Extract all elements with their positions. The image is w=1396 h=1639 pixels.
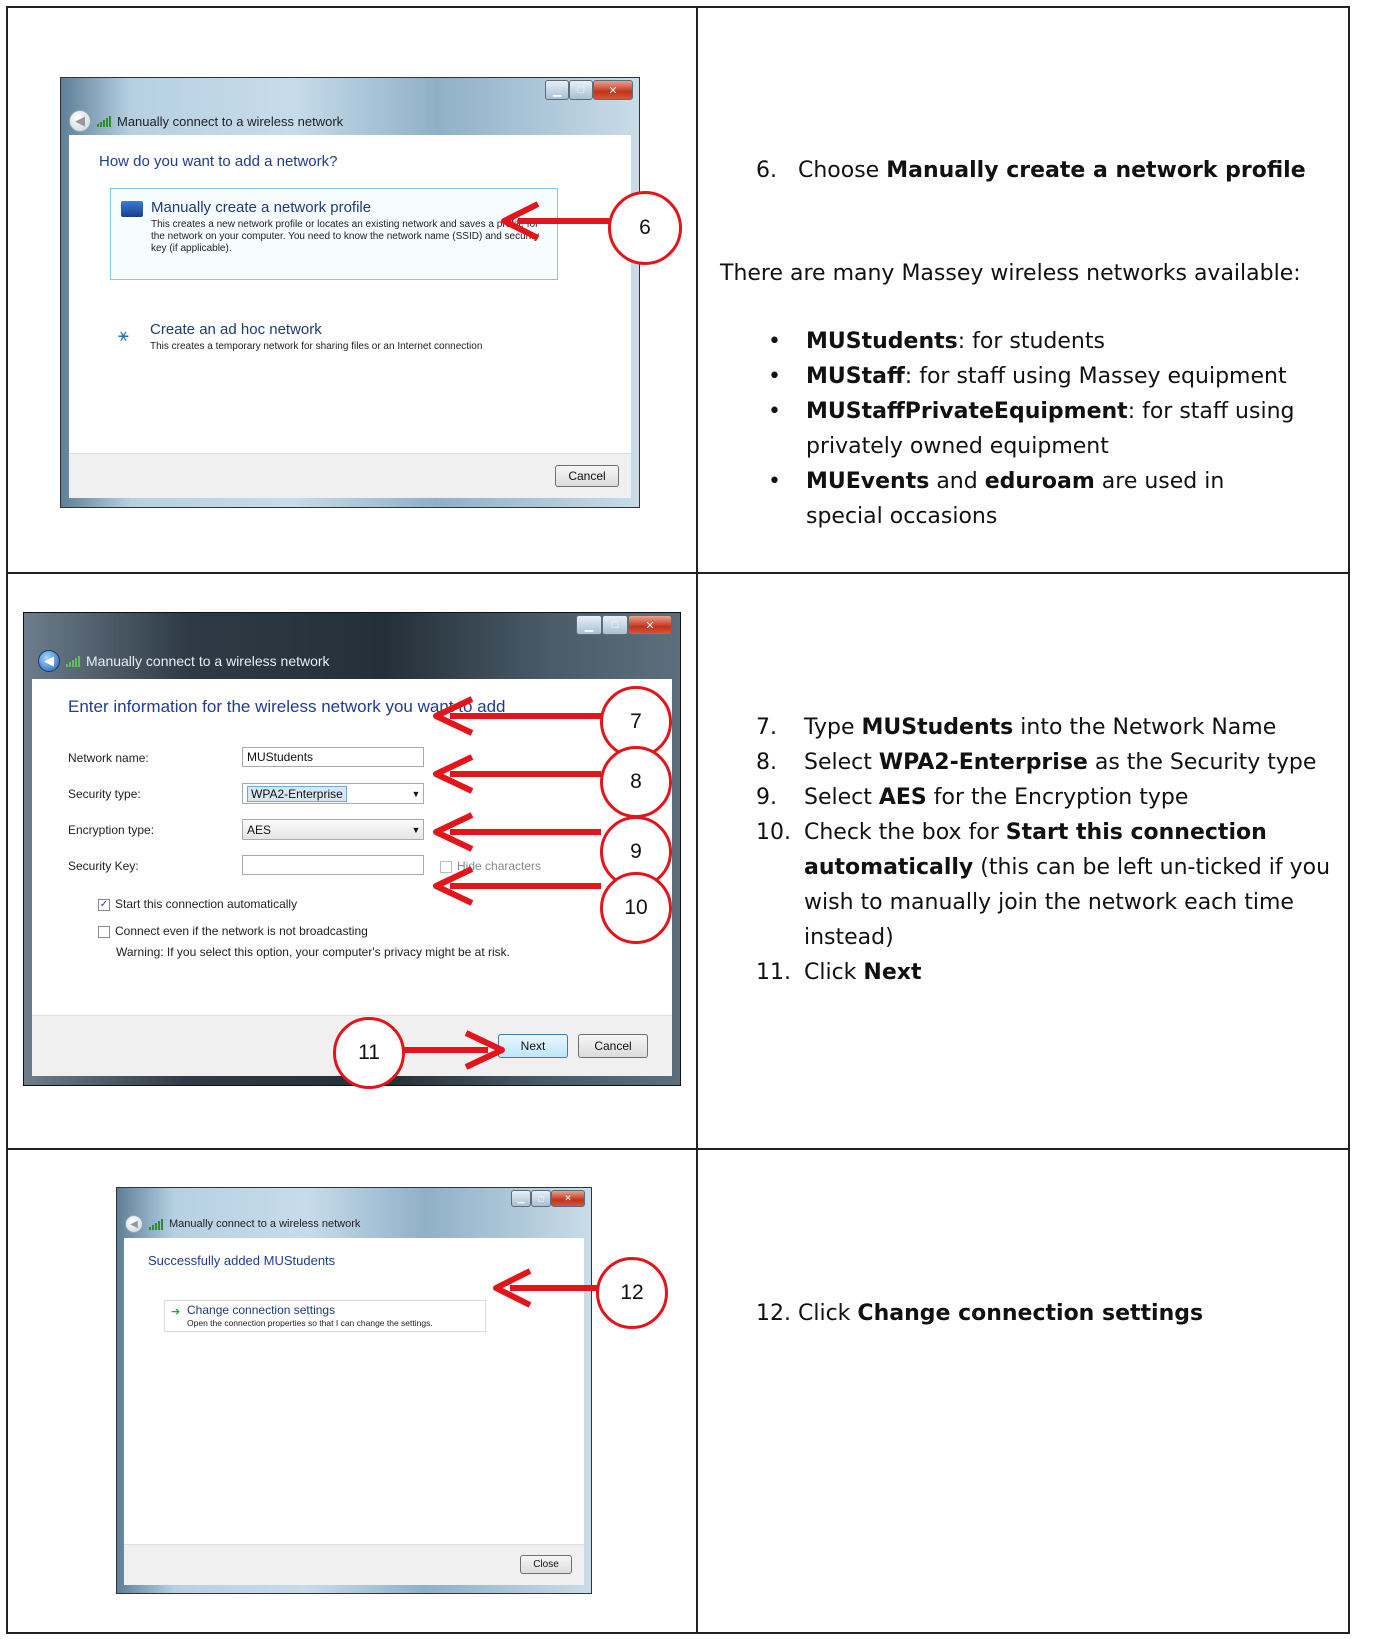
step-text: Select [804, 785, 879, 810]
arrow-annotations [501, 201, 609, 241]
step-6: 6. Choose Manually create a network prof… [756, 153, 1306, 188]
bullet-item: • MUStudents: for students [768, 324, 1328, 359]
step-text: Click [798, 1301, 858, 1326]
screenshot-cell-3: ▁ □ ✕ ◀ Manually connect to a wireless n… [6, 1148, 698, 1634]
step-text: Select [804, 750, 879, 775]
arrow-annotations [493, 1268, 597, 1308]
step-text: Choose [797, 158, 887, 183]
callout-arrow-6 [501, 201, 609, 241]
step-number: 7. [756, 715, 777, 740]
bullet-bold: eduroam [984, 469, 1095, 494]
bullet-item: • MUStaffPrivateEquipment: for staff usin… [768, 394, 1328, 464]
step-text: Click [804, 960, 864, 985]
step-bold-text: AES [878, 785, 927, 810]
step-number: 9. [756, 785, 777, 810]
bullet-icon: • [768, 364, 781, 389]
bullet-text: and [929, 469, 985, 494]
instruction-table: ▁ □ ✕ ◀ Manually connect to a wireless n… [6, 6, 1350, 1634]
step-12: 12. Click Change connection settings [756, 1296, 1203, 1331]
instruction-text-cell-3: 12. Click Change connection settings [696, 1148, 1350, 1634]
step-10: 10. Check the box for Start this connecti… [756, 815, 1341, 955]
step-7: 7. Type MUStudents into the Network Name [756, 710, 1341, 745]
step-text: Check the box for [804, 820, 1006, 845]
bullet-bold: MUStaff [806, 364, 905, 389]
instruction-text-cell-1: 6. Choose Manually create a network prof… [696, 6, 1350, 574]
step-number: 6. [756, 158, 777, 183]
step-number: 12. [756, 1301, 791, 1326]
step-text: as the Security type [1087, 750, 1317, 775]
instruction-row-2: ▁ □ ✕ ◀ Manually connect to a wireless n… [6, 572, 1350, 1150]
step-9: 9. Select AES for the Encryption type [756, 780, 1341, 815]
callout-arrow-8 [433, 754, 601, 794]
step-text: into the Network Name [1013, 715, 1277, 740]
step-bold-text: Change connection settings [857, 1301, 1204, 1326]
step-8: 8. Select WPA2-Enterprise as the Security… [756, 745, 1341, 780]
step-text: for the Encryption type [926, 785, 1189, 810]
step-number: 11. [756, 960, 791, 985]
step-bold-text: WPA2-Enterprise [878, 750, 1088, 775]
callout-arrow-12 [493, 1268, 597, 1308]
instruction-row-1: ▁ □ ✕ ◀ Manually connect to a wireless n… [6, 6, 1350, 574]
screenshot-cell-1: ▁ □ ✕ ◀ Manually connect to a wireless n… [6, 6, 698, 574]
bullet-icon: • [768, 329, 781, 354]
step-list-7-11: 7. Type MUStudents into the Network Name … [756, 710, 1341, 990]
arrow-annotations [404, 696, 601, 1070]
step-11: 11. Click Next [756, 955, 1341, 990]
bullet-item: • MUStaff: for staff using Massey equipme… [768, 359, 1328, 394]
bullet-icon: • [768, 469, 781, 494]
callout-arrow-9 [433, 812, 601, 852]
callout-arrow-11 [404, 1030, 505, 1070]
bullet-text: : for students [957, 329, 1105, 354]
callout-arrow-10 [433, 866, 601, 906]
step-number: 10. [756, 820, 791, 845]
network-bullet-list: • MUStudents: for students • MUStaff: for … [768, 324, 1328, 534]
step-bold-text: Next [863, 960, 922, 985]
bullet-bold: MUEvents [806, 469, 930, 494]
bullet-item: • MUEvents and eduroam are used in specia… [768, 464, 1328, 534]
bullet-bold: MUStudents [806, 329, 958, 354]
screenshot-cell-2: ▁ □ ✕ ◀ Manually connect to a wireless n… [6, 572, 698, 1150]
instruction-text-cell-2: 7. Type MUStudents into the Network Name … [696, 572, 1350, 1150]
step-number: 8. [756, 750, 777, 775]
bullet-bold: MUStaffPrivateEquipment [806, 399, 1128, 424]
bullet-text: : for staff using Massey equipment [904, 364, 1287, 389]
step-text: Type [804, 715, 862, 740]
intro-text: There are many Massey wireless networks … [720, 261, 1301, 286]
step-bold-text: Manually create a network profile [886, 158, 1306, 183]
step-bold-text: MUStudents [861, 715, 1014, 740]
callout-arrow-7 [433, 696, 601, 736]
bullet-icon: • [768, 399, 781, 424]
instruction-row-3: ▁ □ ✕ ◀ Manually connect to a wireless n… [6, 1148, 1350, 1634]
